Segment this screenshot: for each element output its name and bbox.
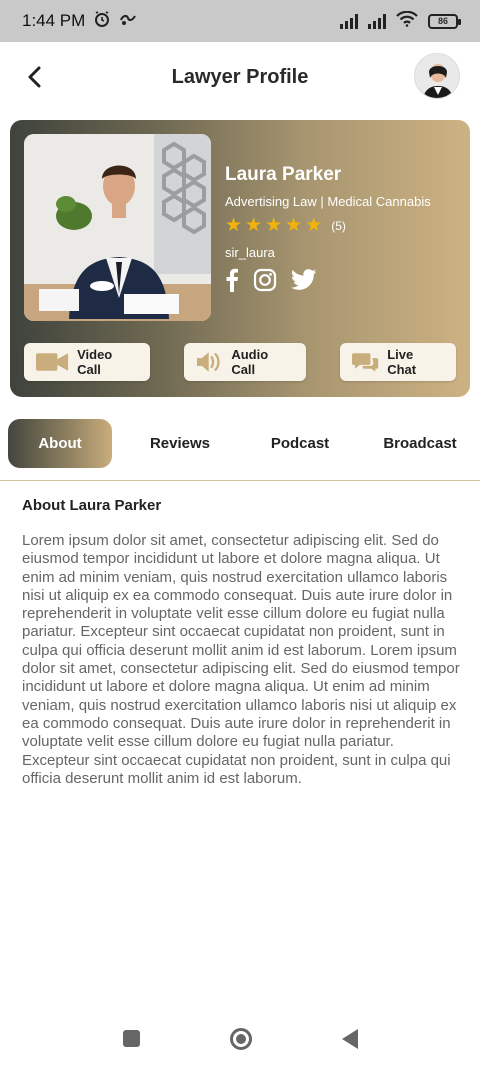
- action-buttons: Video Call Audio Call Live Chat: [24, 343, 456, 381]
- social-links: [225, 268, 455, 297]
- live-chat-button[interactable]: Live Chat: [340, 343, 456, 381]
- page-title: Lawyer Profile: [171, 65, 309, 88]
- back-arrow-icon: [28, 66, 41, 88]
- lawyer-name: Laura Parker: [225, 164, 342, 185]
- star-icon: ★: [285, 215, 303, 236]
- app-icon: [119, 11, 137, 32]
- tab-about[interactable]: About: [8, 419, 112, 468]
- star-icon: ★: [245, 215, 263, 236]
- profile-card: Laura Parker Advertising Law | Medical C…: [10, 120, 470, 397]
- back-button[interactable]: [20, 62, 50, 92]
- status-left: 1:44 PM: [22, 10, 137, 33]
- wifi-icon: [396, 10, 418, 32]
- nav-square-icon[interactable]: [122, 1030, 140, 1047]
- lawyer-info: Laura Parker Advertising Law | Medical C…: [225, 164, 455, 297]
- rating-count: (5): [331, 218, 346, 233]
- battery-icon: 86: [428, 13, 461, 29]
- facebook-icon[interactable]: [225, 268, 239, 297]
- app-header: Lawyer Profile: [0, 42, 480, 112]
- rating: ★ ★ ★ ★ ★ (5): [225, 216, 455, 235]
- tab-reviews[interactable]: Reviews: [130, 419, 230, 468]
- chat-bubbles-icon: [352, 353, 379, 372]
- tab-podcast[interactable]: Podcast: [252, 419, 348, 468]
- star-icon: ★: [265, 215, 283, 236]
- lawyer-specialty: Advertising Law | Medical Cannabis: [225, 194, 431, 209]
- twitter-icon[interactable]: [290, 269, 317, 296]
- signal-icon: [368, 13, 386, 29]
- lawyer-photo: [24, 134, 211, 321]
- lawyer-username: sir_laura: [225, 245, 275, 260]
- nav-home-icon[interactable]: [229, 1027, 252, 1050]
- battery-level: 86: [437, 16, 448, 26]
- star-icon: ★: [225, 215, 243, 236]
- avatar[interactable]: [414, 53, 460, 99]
- video-camera-icon: [36, 353, 69, 371]
- star-icon: ★: [305, 215, 323, 236]
- system-nav-bar: [0, 1010, 480, 1067]
- audio-call-button[interactable]: Audio Call: [184, 343, 306, 381]
- profile-tabs: About Reviews Podcast Broadcast: [0, 419, 480, 469]
- audio-call-label: Audio Call: [231, 347, 269, 377]
- instagram-icon[interactable]: [253, 268, 277, 297]
- speaker-icon: [196, 352, 220, 372]
- live-chat-label: Live Chat: [387, 347, 417, 377]
- video-call-button[interactable]: Video Call: [24, 343, 150, 381]
- alarm-icon: [93, 10, 111, 33]
- status-right: 86: [340, 10, 461, 32]
- video-call-label: Video Call: [77, 347, 113, 377]
- nav-back-icon[interactable]: [341, 1028, 358, 1049]
- tabs-divider: [0, 480, 480, 481]
- status-bar: 1:44 PM 86: [0, 0, 480, 42]
- about-text: Lorem ipsum dolor sit amet, consectetur …: [22, 532, 460, 787]
- about-title: About Laura Parker: [22, 497, 162, 514]
- signal-icon: [340, 13, 358, 29]
- status-time: 1:44 PM: [22, 11, 86, 30]
- tab-broadcast[interactable]: Broadcast: [370, 419, 470, 468]
